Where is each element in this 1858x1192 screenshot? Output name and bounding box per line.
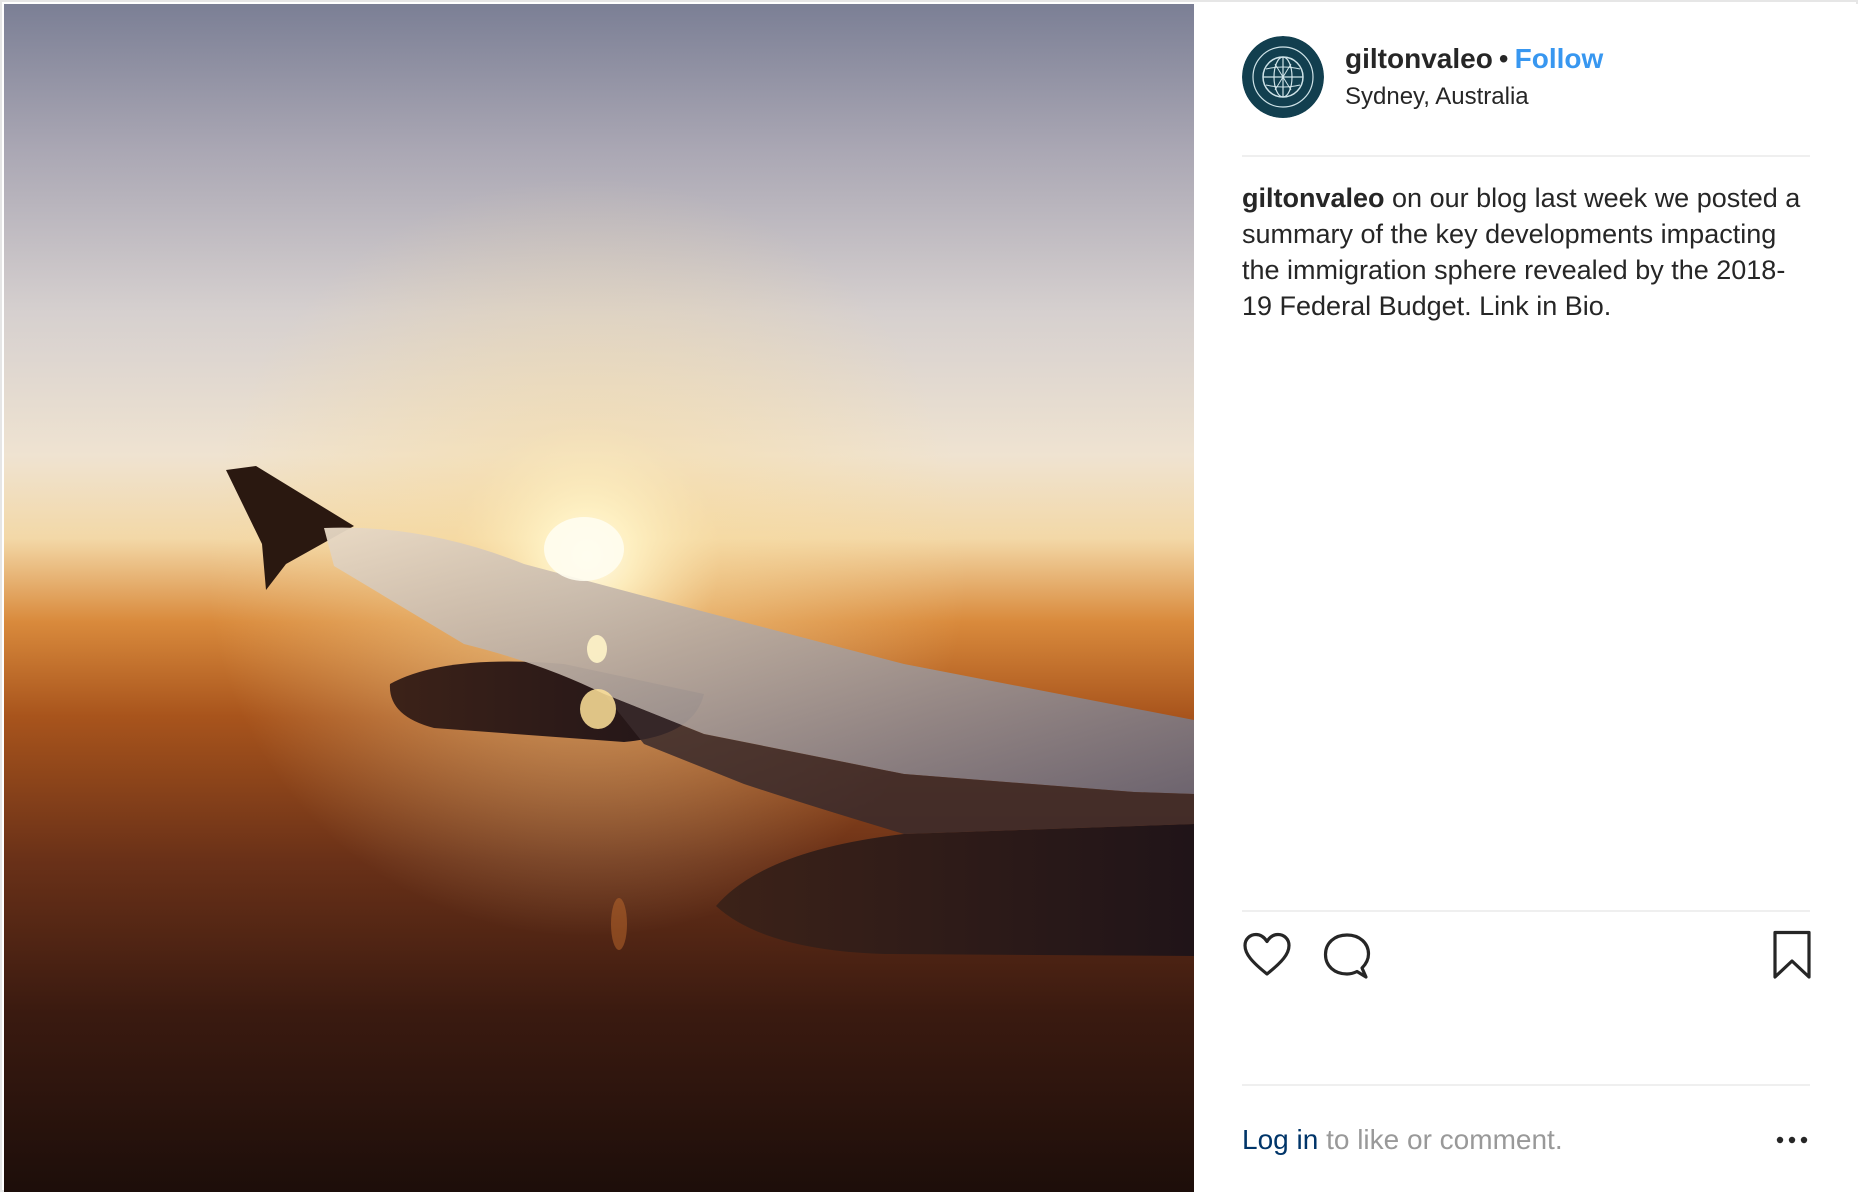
like-button[interactable] (1242, 932, 1292, 978)
ellipsis-icon (1776, 1136, 1808, 1144)
bookmark-icon (1773, 930, 1811, 979)
post-caption: giltonvaleo on our blog last week we pos… (1242, 180, 1814, 324)
avatar[interactable] (1242, 36, 1324, 118)
login-prompt: Log in to like or comment. (1242, 1122, 1563, 1158)
author-username-link[interactable]: giltonvaleo (1345, 43, 1493, 74)
caption-username-link[interactable]: giltonvaleo (1242, 183, 1385, 213)
post-card: giltonvaleo • Follow Sydney, Australia gil… (0, 0, 1858, 1192)
post-header: giltonvaleo • Follow (1345, 42, 1603, 76)
login-prompt-text: to like or comment. (1318, 1124, 1563, 1155)
footer-divider (1242, 1084, 1810, 1086)
more-options-button[interactable] (1774, 1128, 1810, 1152)
save-button[interactable] (1772, 930, 1812, 980)
header-separator: • (1498, 43, 1509, 74)
heart-icon (1243, 932, 1291, 976)
globe-logo-icon (1242, 36, 1324, 118)
header-divider (1242, 155, 1810, 157)
location-link[interactable]: Sydney, Australia (1345, 82, 1529, 112)
airplane-wing-sunset-image (4, 4, 1194, 1192)
comment-button[interactable] (1322, 932, 1372, 980)
post-photo[interactable] (4, 4, 1194, 1192)
comment-bubble-icon (1323, 933, 1371, 979)
actions-divider (1242, 910, 1810, 912)
post-sidebar: giltonvaleo • Follow Sydney, Australia gil… (1194, 4, 1858, 1192)
login-link[interactable]: Log in (1242, 1124, 1318, 1155)
follow-button[interactable]: Follow (1515, 43, 1604, 74)
